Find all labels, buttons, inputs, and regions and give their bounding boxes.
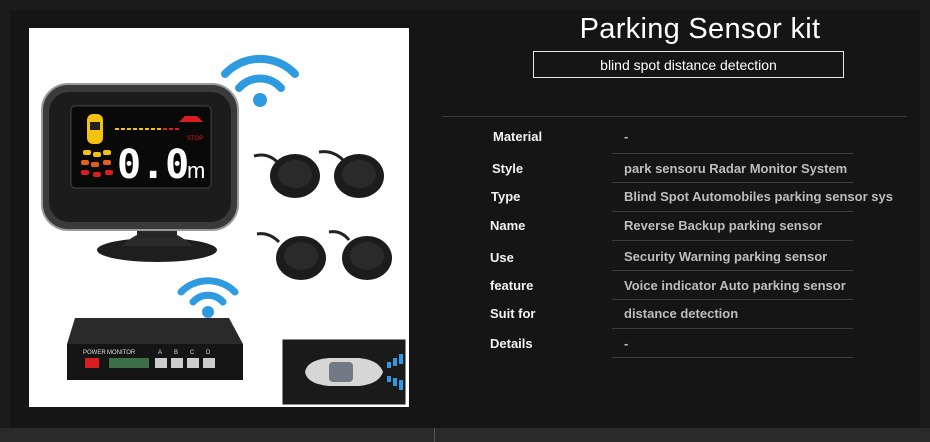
wireless-icon-small (177, 277, 239, 318)
inset-car-icon (305, 358, 383, 386)
page-title: Parking Sensor kit (579, 13, 821, 45)
sensor-probes (253, 150, 392, 280)
spec-value-suit-for: distance detection (624, 306, 739, 321)
spec-row-divider (612, 328, 853, 329)
parking-sensor-kit-illustration: STOP 0.0 m POWER MONITOR A B C D (41, 54, 407, 406)
spec-row-divider (612, 299, 853, 300)
bottom-strip (0, 428, 930, 442)
spec-label-style: Style (492, 161, 524, 176)
subtitle-text: blind spot distance detection (600, 56, 777, 73)
spec-label-use: Use (490, 250, 514, 265)
spec-row-divider (612, 357, 853, 358)
spec-row-divider (612, 240, 853, 241)
distance-reading: 0.0 (117, 142, 189, 188)
control-label-a: A (158, 350, 162, 356)
spec-label-details: Details (490, 336, 533, 351)
spec-value-name: Reverse Backup parking sensor (624, 218, 822, 233)
spec-label-feature: feature (490, 278, 534, 293)
product-image: STOP 0.0 m POWER MONITOR A B C D (29, 28, 409, 407)
spec-label-name: Name (490, 218, 526, 233)
spec-label-material: Material (493, 129, 543, 144)
spec-table-top-divider (442, 116, 907, 117)
control-label-monitor: MONITOR (107, 350, 136, 356)
stop-label: STOP (187, 136, 203, 142)
control-label-d: D (206, 350, 211, 356)
bottom-divider (434, 428, 435, 442)
spec-value-details: - (624, 336, 629, 351)
spec-row-divider (612, 211, 853, 212)
spec-label-type: Type (491, 189, 521, 204)
spec-value-style: park sensoru Radar Monitor System (624, 161, 848, 176)
control-label-b: B (174, 350, 178, 356)
spec-label-suit-for: Suit for (490, 306, 536, 321)
distance-unit: m (187, 158, 205, 183)
spec-row-divider (612, 270, 853, 271)
control-label-power: POWER (83, 350, 106, 356)
spec-row-divider (612, 153, 853, 154)
subtitle-box: blind spot distance detection (533, 51, 844, 78)
control-label-c: C (190, 350, 195, 356)
spec-row-divider (612, 182, 853, 183)
spec-value-material: - (624, 129, 629, 144)
spec-value-use: Security Warning parking sensor (624, 249, 828, 264)
spec-value-feature: Voice indicator Auto parking sensor (624, 278, 846, 293)
spec-value-type: Blind Spot Automobiles parking sensor sy… (624, 189, 893, 204)
